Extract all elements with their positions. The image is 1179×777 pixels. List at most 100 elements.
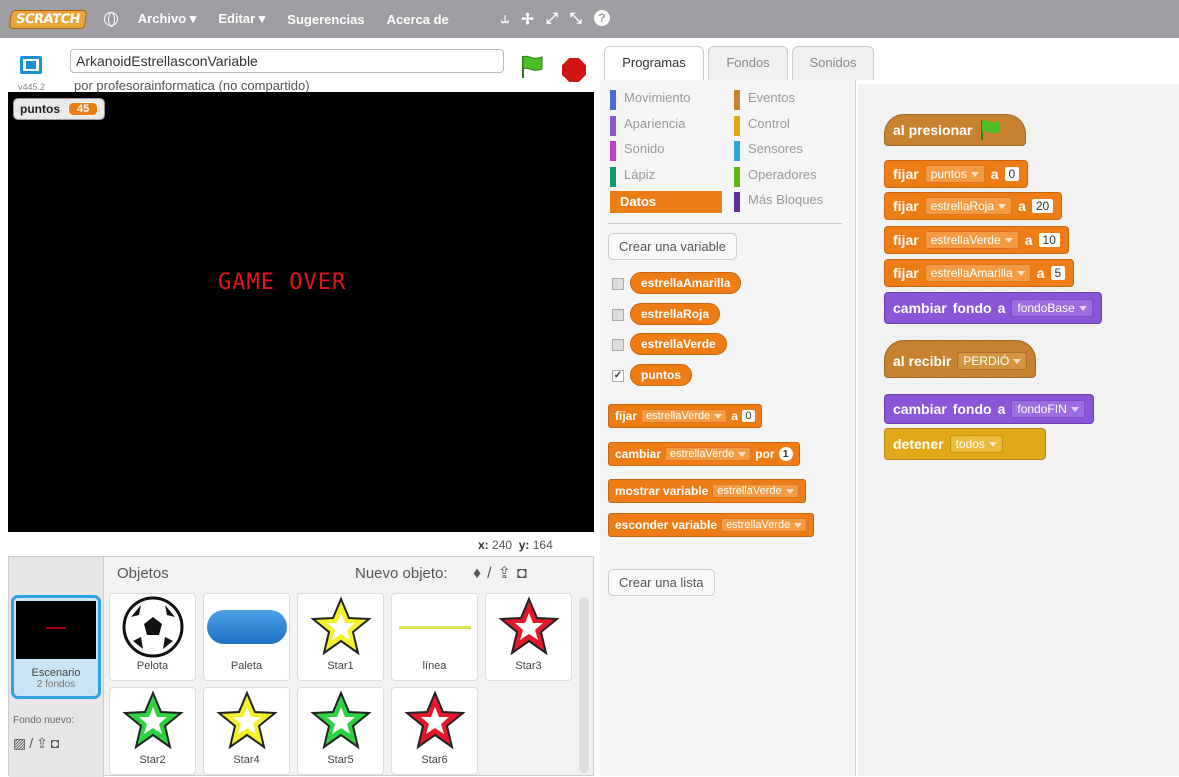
hide-variable-block[interactable]: esconder variable estrellaVerde (608, 513, 815, 537)
image-icon[interactable]: ▨ (13, 735, 29, 751)
new-backdrop-tools: ▨/⇪◘ (13, 735, 62, 752)
category-operadores[interactable]: Operadores (734, 167, 850, 187)
camera-icon[interactable]: ◘ (51, 735, 62, 751)
stop-block[interactable]: detener todos (884, 428, 1046, 460)
change-variable-block[interactable]: cambiar estrellaVerde por 1 (608, 442, 800, 466)
value-input[interactable]: 0 (741, 410, 755, 422)
new-object-tools: ♦/⇪◘ (473, 563, 533, 583)
make-list-button[interactable]: Crear una lista (608, 569, 715, 596)
variable-checkbox-checked[interactable]: ✓ (612, 370, 624, 382)
set-variable-block[interactable]: fijar puntos a 0 (884, 160, 1029, 188)
sprite-linea[interactable]: línea (391, 593, 478, 681)
variable-checkbox[interactable] (612, 339, 624, 351)
sprite-name: Paleta (230, 660, 263, 672)
variable-dropdown[interactable]: estrellaVerde (641, 409, 728, 423)
tab-sonidos[interactable]: Sonidos (792, 46, 874, 80)
menu-acerca-de[interactable]: Acerca de (387, 12, 449, 27)
category-lapiz[interactable]: Lápiz (610, 167, 726, 187)
presentation-mode-icon[interactable] (20, 56, 42, 74)
project-title-input[interactable] (70, 49, 504, 73)
stop-sign-icon[interactable] (562, 58, 586, 82)
when-flag-clicked-hat[interactable]: al presionar (884, 114, 1026, 146)
sprite-star4[interactable]: Star4 (203, 687, 290, 775)
make-variable-button[interactable]: Crear una variable (608, 233, 737, 260)
sprite-list-scrollbar[interactable] (579, 597, 589, 773)
help-icon[interactable]: ? (593, 10, 610, 26)
variable-dropdown[interactable]: estrellaVerde (721, 518, 808, 532)
block-keyword: a (1036, 265, 1045, 281)
tab-programas[interactable]: Programas (604, 46, 704, 80)
variable-dropdown[interactable]: estrellaAmarilla (924, 264, 1031, 282)
value-input[interactable]: 1 (778, 447, 793, 461)
set-variable-block[interactable]: fijar estrellaVerde a 10 (884, 226, 1069, 254)
sprite-star2[interactable]: Star2 (109, 687, 196, 775)
variable-checkbox[interactable] (612, 278, 624, 290)
category-sensores[interactable]: Sensores (734, 141, 850, 161)
sprite-star5[interactable]: Star5 (297, 687, 384, 775)
stage-header: v445.2 por profesorainformatica (no comp… (8, 44, 594, 94)
when-i-receive-hat[interactable]: al recibir PERDIÓ (884, 340, 1037, 378)
scratch-logo[interactable]: SCRATCH (8, 9, 88, 29)
variable-dropdown[interactable]: estrellaVerde (924, 231, 1019, 249)
variable-dropdown[interactable]: puntos (924, 165, 985, 183)
set-variable-block[interactable]: fijar estrellaAmarilla a 5 (884, 259, 1075, 287)
camera-icon[interactable]: ◘ (517, 565, 533, 582)
stage-backdrop-count: 2 fondos (36, 679, 76, 690)
upload-icon[interactable]: ⇪ (498, 565, 517, 582)
value-input[interactable]: 20 (1031, 199, 1054, 213)
stop-option-dropdown[interactable]: todos (949, 435, 1003, 453)
menu-archivo[interactable]: Archivo ▾ (138, 11, 197, 27)
value-input[interactable]: 5 (1050, 266, 1066, 280)
red-star-icon (403, 690, 466, 750)
category-eventos[interactable]: Eventos (734, 90, 850, 110)
variable-dropdown[interactable]: estrellaRoja (924, 197, 1013, 215)
variable-reporter-puntos[interactable]: puntos (630, 364, 692, 386)
shrink-icon[interactable]: ⤡ (570, 10, 582, 28)
sprite-pelota[interactable]: Pelota (109, 593, 196, 681)
show-variable-block[interactable]: mostrar variable estrellaVerde (608, 479, 806, 503)
category-apariencia[interactable]: Apariencia (610, 116, 726, 136)
block-keyword: a (997, 401, 1006, 417)
switch-backdrop-block[interactable]: cambiar fondo a fondoFIN (884, 394, 1094, 424)
grow-icon[interactable]: ⤢ (546, 10, 558, 28)
language-globe-icon[interactable] (103, 12, 118, 27)
variable-checkbox[interactable] (612, 309, 624, 321)
sprite-library-icon[interactable]: ♦ (473, 565, 487, 582)
green-flag-icon[interactable] (518, 54, 546, 80)
menu-editar[interactable]: Editar ▾ (218, 11, 265, 27)
stage-thumbnail[interactable]: Escenario 2 fondos (11, 595, 101, 699)
category-mas-bloques[interactable]: Más Bloques (734, 192, 850, 212)
variable-reporter-estrellaamarilla[interactable]: estrellaAmarilla (630, 272, 742, 294)
value-input[interactable]: 10 (1038, 233, 1060, 247)
variable-reporter-estrellaroja[interactable]: estrellaRoja (630, 303, 721, 325)
category-sonido[interactable]: Sonido (610, 141, 726, 161)
paint-brush-icon[interactable]: / (487, 565, 497, 582)
variable-dropdown[interactable]: estrellaVerde (712, 484, 799, 498)
menu-sugerencias[interactable]: Sugerencias (287, 12, 364, 27)
category-control[interactable]: Control (734, 116, 850, 136)
backdrop-dropdown[interactable]: fondoBase (1011, 299, 1093, 317)
stage-canvas[interactable]: puntos 45 GAME OVER (8, 92, 594, 532)
category-datos[interactable]: Datos (610, 191, 722, 213)
value-input[interactable]: 0 (1004, 167, 1020, 181)
duplicate-stamp-icon[interactable]: ⥿ (501, 10, 509, 28)
sprite-star1[interactable]: Star1 (297, 593, 384, 681)
block-keyword: esconder variable (615, 518, 718, 532)
switch-backdrop-block[interactable]: cambiar fondo a fondoBase (884, 292, 1102, 324)
delete-scissors-icon[interactable]: ✢ (521, 10, 534, 28)
script-area[interactable]: al presionar fijar puntos a 0 fijar estr… (858, 84, 1179, 776)
backdrop-dropdown[interactable]: fondoFIN (1011, 400, 1085, 418)
upload-icon[interactable]: ⇪ (36, 735, 51, 751)
variable-reporter-estrellaverde[interactable]: estrellaVerde (630, 333, 727, 355)
category-movimiento[interactable]: Movimiento (610, 90, 726, 110)
tab-fondos[interactable]: Fondos (708, 46, 788, 80)
variable-dropdown[interactable]: estrellaVerde (665, 447, 752, 461)
message-dropdown[interactable]: PERDIÓ (957, 352, 1028, 370)
sprite-star3[interactable]: Star3 (485, 593, 572, 681)
set-variable-block[interactable]: fijar estrellaRoja a 20 (884, 192, 1063, 220)
sprite-star6[interactable]: Star6 (391, 687, 478, 775)
variable-monitor[interactable]: puntos 45 (13, 98, 106, 120)
sprite-paleta[interactable]: Paleta (203, 593, 290, 681)
set-variable-block[interactable]: fijar estrellaVerde a 0 (608, 404, 762, 428)
block-keyword: detener (893, 436, 944, 452)
